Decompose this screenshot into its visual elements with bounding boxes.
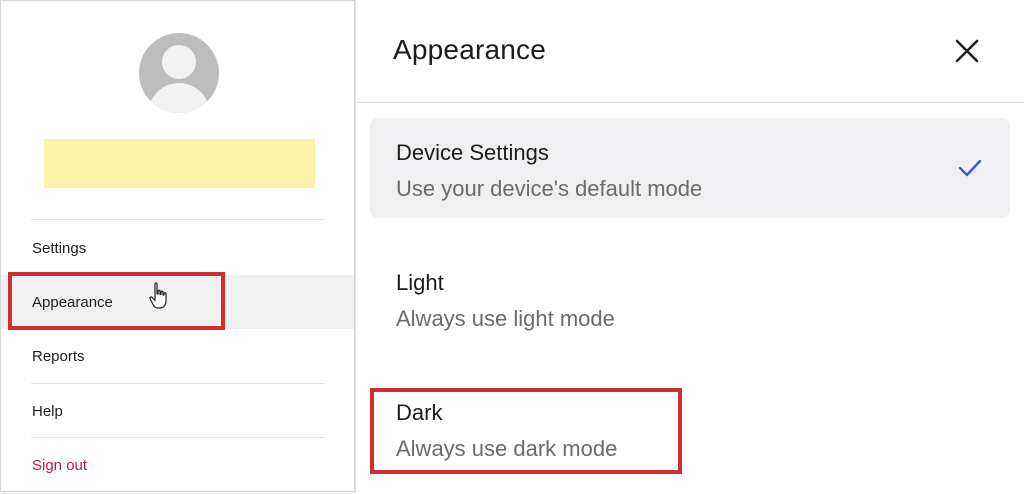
header-divider [356,102,1024,103]
check-icon [958,159,982,177]
menu-item-label: Help [32,402,63,420]
account-menu: Settings Appearance Reports Help Sign ou… [0,0,355,492]
menu-item-help[interactable]: Help [1,384,354,438]
option-device-settings[interactable]: Device Settings Use your device's defaul… [370,118,1010,218]
close-icon[interactable] [952,36,982,66]
menu-divider [31,219,325,220]
menu-item-appearance[interactable]: Appearance [1,275,354,329]
menu-item-settings[interactable]: Settings [1,221,354,275]
menu-item-label: Appearance [32,293,113,311]
option-title: Light [396,270,444,295]
menu-item-label: Reports [32,347,85,365]
menu-item-label: Settings [32,239,87,257]
avatar-body [148,83,210,113]
panel-title: Appearance [393,34,547,65]
option-light[interactable]: Light Always use light mode [370,248,1010,348]
option-title: Dark [396,400,443,425]
option-subtitle: Always use dark mode [396,436,618,461]
option-title: Device Settings [396,140,549,165]
avatar[interactable] [139,33,219,113]
option-dark[interactable]: Dark Always use dark mode [370,378,1010,478]
menu-item-reports[interactable]: Reports [1,329,354,383]
menu-item-label: Sign out [32,456,88,474]
avatar-head [162,45,196,79]
user-name-redacted [44,139,315,188]
hand-pointer-icon [149,282,167,309]
option-subtitle: Use your device's default mode [396,176,703,201]
appearance-panel: Appearance Device Settings Use your devi… [355,0,1024,494]
option-subtitle: Always use light mode [396,306,615,331]
menu-item-sign-out[interactable]: Sign out [1,438,354,492]
